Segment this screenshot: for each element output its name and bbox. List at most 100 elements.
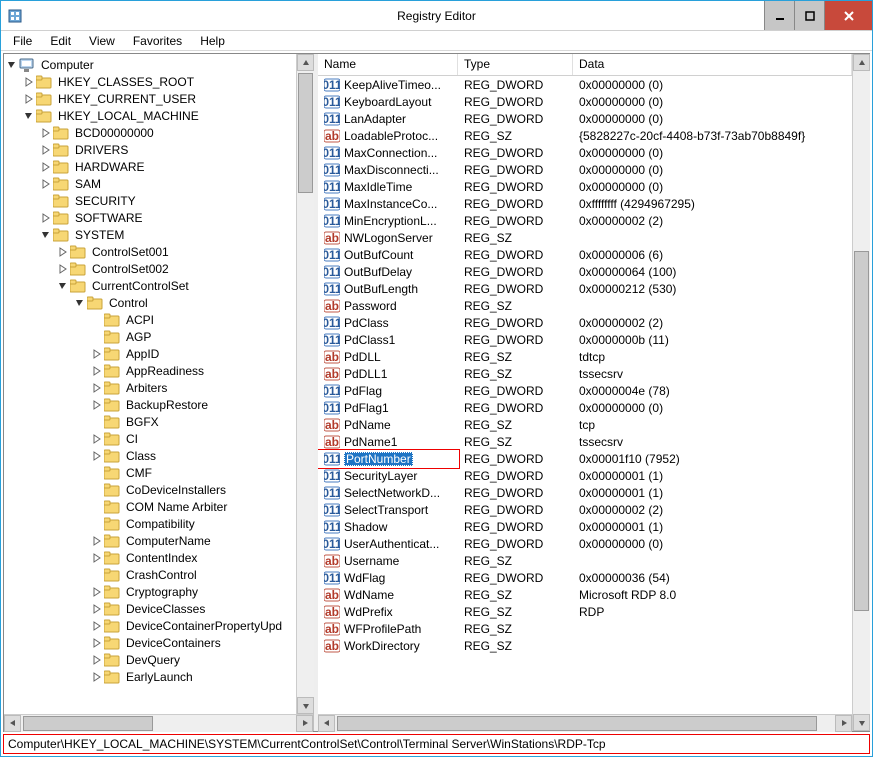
expand-icon[interactable] <box>91 654 103 666</box>
tree-node[interactable]: HKEY_CLASSES_ROOT <box>6 73 296 90</box>
tree-node[interactable]: Computer <box>6 56 296 73</box>
expand-icon[interactable] <box>91 637 103 649</box>
expand-icon[interactable] <box>91 399 103 411</box>
values-horizontal-scrollbar[interactable] <box>318 714 852 731</box>
tree-node[interactable]: DeviceClasses <box>6 600 296 617</box>
scroll-left-button[interactable] <box>4 715 21 732</box>
tree-node[interactable]: CoDeviceInstallers <box>6 481 296 498</box>
collapse-icon[interactable] <box>57 280 69 292</box>
scroll-track[interactable] <box>21 715 296 732</box>
expand-icon[interactable] <box>40 178 52 190</box>
expand-icon[interactable] <box>91 450 103 462</box>
tree-node[interactable]: CI <box>6 430 296 447</box>
value-row[interactable]: PdNameREG_SZtcp <box>318 416 852 433</box>
tree-node[interactable]: HARDWARE <box>6 158 296 175</box>
value-row[interactable]: LoadableProtoc...REG_SZ{5828227c-20cf-44… <box>318 127 852 144</box>
expand-icon[interactable] <box>40 161 52 173</box>
tree-node[interactable]: BCD00000000 <box>6 124 296 141</box>
collapse-icon[interactable] <box>74 297 86 309</box>
value-row[interactable]: WdFlagREG_DWORD0x00000036 (54) <box>318 569 852 586</box>
scroll-thumb[interactable] <box>337 716 817 731</box>
scroll-track[interactable] <box>297 71 314 697</box>
menu-edit[interactable]: Edit <box>42 32 79 50</box>
value-row[interactable]: WFProfilePathREG_SZ <box>318 620 852 637</box>
value-row[interactable]: WdPrefixREG_SZRDP <box>318 603 852 620</box>
column-header-data[interactable]: Data <box>573 54 852 75</box>
value-row[interactable]: PdName1REG_SZtssecsrv <box>318 433 852 450</box>
tree-node[interactable]: CrashControl <box>6 566 296 583</box>
scroll-thumb[interactable] <box>23 716 153 731</box>
expand-icon[interactable] <box>91 552 103 564</box>
scroll-track[interactable] <box>335 715 835 732</box>
tree-node[interactable]: COM Name Arbiter <box>6 498 296 515</box>
tree-node[interactable]: DeviceContainers <box>6 634 296 651</box>
value-row[interactable]: NWLogonServerREG_SZ <box>318 229 852 246</box>
scroll-left-button[interactable] <box>318 715 335 732</box>
tree-scroll-area[interactable]: ComputerHKEY_CLASSES_ROOTHKEY_CURRENT_US… <box>4 54 296 714</box>
expand-icon[interactable] <box>91 382 103 394</box>
tree-node[interactable]: DevQuery <box>6 651 296 668</box>
expand-icon[interactable] <box>91 603 103 615</box>
tree-node[interactable]: Control <box>6 294 296 311</box>
tree-node[interactable]: CMF <box>6 464 296 481</box>
value-row[interactable]: MaxInstanceCo...REG_DWORD0xffffffff (429… <box>318 195 852 212</box>
tree-node[interactable]: ControlSet001 <box>6 243 296 260</box>
tree-node[interactable]: SYSTEM <box>6 226 296 243</box>
column-header-type[interactable]: Type <box>458 54 573 75</box>
tree-node[interactable]: CurrentControlSet <box>6 277 296 294</box>
value-row[interactable]: MaxDisconnecti...REG_DWORD0x00000000 (0) <box>318 161 852 178</box>
scroll-thumb[interactable] <box>298 73 313 193</box>
value-row[interactable]: OutBufLengthREG_DWORD0x00000212 (530) <box>318 280 852 297</box>
tree-node[interactable]: ComputerName <box>6 532 296 549</box>
tree-horizontal-scrollbar[interactable] <box>4 714 313 731</box>
expand-icon[interactable] <box>91 433 103 445</box>
scroll-right-button[interactable] <box>835 715 852 732</box>
tree-node[interactable]: Arbiters <box>6 379 296 396</box>
scroll-up-button[interactable] <box>853 54 870 71</box>
expand-icon[interactable] <box>91 620 103 632</box>
scroll-thumb[interactable] <box>854 251 869 611</box>
value-row[interactable]: LanAdapterREG_DWORD0x00000000 (0) <box>318 110 852 127</box>
scroll-up-button[interactable] <box>297 54 314 71</box>
expand-icon[interactable] <box>91 348 103 360</box>
value-row[interactable]: PasswordREG_SZ <box>318 297 852 314</box>
expand-icon[interactable] <box>40 127 52 139</box>
value-row[interactable]: PdClassREG_DWORD0x00000002 (2) <box>318 314 852 331</box>
expand-icon[interactable] <box>57 263 69 275</box>
tree-node[interactable]: DeviceContainerPropertyUpd <box>6 617 296 634</box>
value-row[interactable]: PdDLL1REG_SZtssecsrv <box>318 365 852 382</box>
collapse-icon[interactable] <box>6 59 18 71</box>
scroll-track[interactable] <box>853 71 870 714</box>
scroll-down-button[interactable] <box>297 697 314 714</box>
close-button[interactable] <box>824 1 872 30</box>
value-row[interactable]: UserAuthenticat...REG_DWORD0x00000000 (0… <box>318 535 852 552</box>
maximize-button[interactable] <box>794 1 824 30</box>
menu-view[interactable]: View <box>81 32 123 50</box>
tree-node[interactable]: EarlyLaunch <box>6 668 296 685</box>
value-row[interactable]: PdClass1REG_DWORD0x0000000b (11) <box>318 331 852 348</box>
value-row[interactable]: OutBufCountREG_DWORD0x00000006 (6) <box>318 246 852 263</box>
expand-icon[interactable] <box>40 212 52 224</box>
tree-vertical-scrollbar[interactable] <box>296 54 313 714</box>
value-row[interactable]: PdDLLREG_SZtdtcp <box>318 348 852 365</box>
values-list[interactable]: KeepAliveTimeo...REG_DWORD0x00000000 (0)… <box>318 76 852 714</box>
minimize-button[interactable] <box>764 1 794 30</box>
expand-icon[interactable] <box>57 246 69 258</box>
expand-icon[interactable] <box>91 365 103 377</box>
tree-node[interactable]: AGP <box>6 328 296 345</box>
values-vertical-scrollbar[interactable] <box>852 54 869 731</box>
expand-icon[interactable] <box>91 586 103 598</box>
expand-icon[interactable] <box>23 76 35 88</box>
collapse-icon[interactable] <box>40 229 52 241</box>
tree-node[interactable]: SOFTWARE <box>6 209 296 226</box>
value-row[interactable]: UsernameREG_SZ <box>318 552 852 569</box>
menu-favorites[interactable]: Favorites <box>125 32 190 50</box>
tree-node[interactable]: Class <box>6 447 296 464</box>
tree-node[interactable]: Cryptography <box>6 583 296 600</box>
expand-icon[interactable] <box>23 93 35 105</box>
titlebar[interactable]: Registry Editor <box>1 1 872 31</box>
value-row[interactable]: WorkDirectoryREG_SZ <box>318 637 852 654</box>
tree-node[interactable]: ContentIndex <box>6 549 296 566</box>
expand-icon[interactable] <box>91 671 103 683</box>
tree-node[interactable]: DRIVERS <box>6 141 296 158</box>
